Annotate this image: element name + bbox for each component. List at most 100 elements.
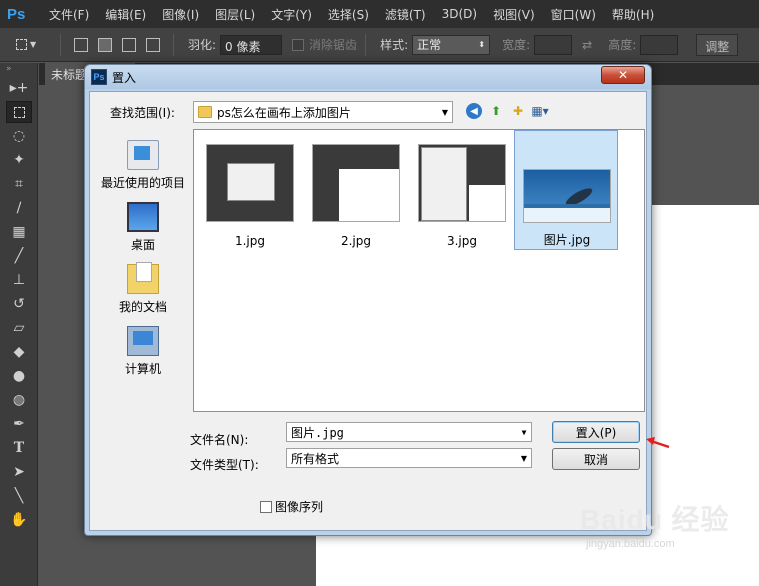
image-sequence-checkbox[interactable]	[260, 500, 272, 513]
hand-tool-icon[interactable]: ✋	[6, 509, 32, 531]
subtract-selection-button[interactable]	[122, 37, 136, 52]
line-tool-icon[interactable]: ╲	[6, 485, 32, 507]
add-selection-button[interactable]	[98, 37, 112, 52]
place-label: 我的文档	[118, 300, 167, 314]
file-item[interactable]: 2.jpg	[304, 134, 408, 254]
file-item-selected[interactable]: 图片.jpg	[514, 130, 618, 250]
close-button[interactable]: ✕	[601, 66, 645, 84]
menu-3d[interactable]: 3D(D)	[434, 7, 485, 21]
history-brush-tool-icon[interactable]: ↺	[6, 293, 32, 315]
dialog-body: 查找范围(I): ps怎么在画布上添加图片 ▼ ◀ ⬆ ✚ ▦▾ 最近使用的项目…	[89, 91, 647, 531]
menu-type[interactable]: 文字(Y)	[263, 6, 320, 23]
move-tool-icon[interactable]: ▸+	[6, 77, 32, 99]
back-icon[interactable]: ◀	[466, 103, 482, 119]
file-name-input[interactable]: 图片.jpg ▼	[286, 422, 532, 442]
place-computer[interactable]: 计算机	[95, 315, 191, 377]
file-name: 2.jpg	[340, 234, 372, 248]
watermark-url: jingyan.baidu.com	[586, 538, 675, 550]
lasso-tool-icon[interactable]: ◌	[6, 125, 32, 147]
height-label: 高度:	[608, 38, 637, 52]
chevron-down-icon: ▼	[520, 453, 528, 463]
cancel-button[interactable]: 取消	[552, 448, 640, 470]
dialog-title: 置入	[112, 70, 137, 85]
path-selection-tool-icon[interactable]: ➤	[6, 461, 32, 483]
file-type-select[interactable]: 所有格式 ▼	[286, 448, 532, 468]
pen-tool-icon[interactable]: ✒	[6, 413, 32, 435]
marquee-tool-icon[interactable]	[6, 101, 32, 123]
menu-filter[interactable]: 滤镜(T)	[377, 6, 434, 23]
options-bar: ▼ 羽化: 0 像素 消除锯齿 样式: 正常 ⬍ 宽度: ⇄ 高度: 调整	[0, 28, 759, 62]
dialog-title-bar[interactable]: Ps 置入	[85, 65, 651, 89]
look-in-row: 查找范围(I): ps怎么在画布上添加图片 ▼ ◀ ⬆ ✚ ▦▾	[90, 92, 646, 126]
antialias-checkbox[interactable]	[292, 38, 305, 51]
look-in-value: ps怎么在画布上添加图片	[217, 105, 351, 120]
brush-tool-icon[interactable]: ╱	[6, 245, 32, 267]
tool-preset-picker[interactable]: ▼	[16, 34, 52, 56]
my-documents-icon	[127, 262, 159, 294]
photoshop-logo-icon: Ps	[7, 5, 26, 23]
file-type-label: 文件类型(T):	[190, 458, 259, 472]
watermark-brand: Baidu 经验	[580, 504, 730, 535]
file-name-value: 图片.jpg	[291, 425, 344, 440]
healing-brush-tool-icon[interactable]: ▦	[6, 221, 32, 243]
intersect-selection-button[interactable]	[146, 37, 160, 52]
place-desktop[interactable]: 桌面	[95, 191, 191, 253]
antialias-label: 消除锯齿	[309, 38, 358, 52]
magic-wand-tool-icon[interactable]: ✦	[6, 149, 32, 171]
menu-layer[interactable]: 图层(L)	[207, 6, 263, 23]
style-select[interactable]: 正常 ⬍	[412, 34, 491, 55]
paint-bucket-tool-icon[interactable]: ◆	[6, 341, 32, 363]
style-label: 样式:	[380, 38, 409, 52]
feather-input[interactable]: 0 像素	[220, 34, 283, 55]
clone-stamp-tool-icon[interactable]: ⊥	[6, 269, 32, 291]
file-thumbnail	[312, 144, 400, 222]
height-input[interactable]	[640, 34, 679, 55]
place-button[interactable]: 置入(P)	[552, 421, 640, 443]
feather-label: 羽化:	[188, 38, 217, 52]
menu-select[interactable]: 选择(S)	[320, 6, 377, 23]
chevron-down-icon[interactable]: ▼	[517, 428, 531, 437]
new-folder-icon[interactable]: ✚	[510, 103, 526, 119]
file-type-value: 所有格式	[291, 451, 340, 466]
place-label: 最近使用的项目	[100, 176, 185, 190]
menu-image[interactable]: 图像(I)	[154, 6, 207, 23]
swap-icon[interactable]: ⇄	[582, 38, 592, 52]
recent-items-icon	[127, 140, 159, 170]
menu-window[interactable]: 窗口(W)	[543, 6, 604, 23]
image-sequence-option[interactable]: 图像序列	[260, 498, 323, 515]
up-folder-icon[interactable]: ⬆	[488, 103, 504, 119]
select-arrows-icon: ⬍	[478, 40, 486, 49]
file-item[interactable]: 1.jpg	[198, 134, 302, 254]
new-selection-button[interactable]	[74, 37, 88, 52]
desktop-icon	[127, 202, 159, 232]
menu-edit[interactable]: 编辑(E)	[97, 6, 154, 23]
crop-tool-icon[interactable]: ⌗	[6, 173, 32, 195]
eyedropper-tool-icon[interactable]: ∕	[6, 197, 32, 219]
image-sequence-label: 图像序列	[275, 500, 324, 514]
file-name: 1.jpg	[234, 234, 266, 248]
computer-icon	[127, 326, 159, 356]
blur-tool-icon[interactable]: ●	[6, 365, 32, 387]
menu-bar: Ps 文件(F) 编辑(E) 图像(I) 图层(L) 文字(Y) 选择(S) 滤…	[0, 0, 759, 28]
menu-help[interactable]: 帮助(H)	[604, 6, 662, 23]
type-tool-icon[interactable]: T	[6, 437, 32, 459]
eraser-tool-icon[interactable]: ▱	[6, 317, 32, 339]
style-value: 正常	[417, 38, 442, 52]
view-menu-icon[interactable]: ▦▾	[531, 103, 548, 119]
collapse-icon[interactable]: »	[0, 63, 37, 75]
place-recent[interactable]: 最近使用的项目	[95, 129, 191, 191]
refine-edge-button[interactable]: 调整	[696, 33, 739, 56]
nav-toolbar: ◀ ⬆ ✚ ▦▾	[466, 103, 549, 119]
place-label: 桌面	[130, 238, 155, 252]
file-thumbnail	[523, 169, 611, 223]
look-in-dropdown[interactable]: ps怎么在画布上添加图片 ▼	[193, 101, 453, 123]
file-item[interactable]: 3.jpg	[410, 134, 514, 254]
menu-view[interactable]: 视图(V)	[485, 6, 543, 23]
place-documents[interactable]: 我的文档	[95, 253, 191, 315]
divider	[173, 33, 174, 56]
width-input[interactable]	[534, 34, 573, 55]
dodge-tool-icon[interactable]: ◍	[6, 389, 32, 411]
menu-file[interactable]: 文件(F)	[41, 6, 97, 23]
file-name: 3.jpg	[446, 234, 478, 248]
tool-panel: » ▸+ ◌ ✦ ⌗ ∕ ▦ ╱ ⊥ ↺ ▱ ◆ ● ◍ ✒ T ➤ ╲ ✋	[0, 63, 38, 586]
